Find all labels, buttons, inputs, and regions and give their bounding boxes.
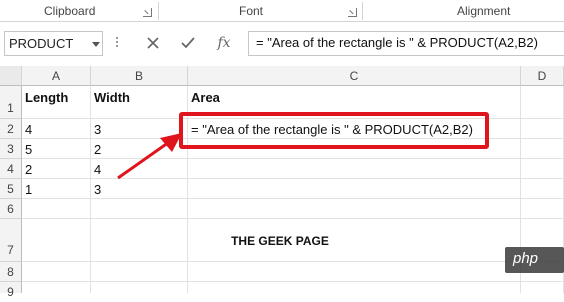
clipboard-launcher-icon[interactable]	[143, 8, 152, 17]
cell-a8[interactable]	[22, 262, 91, 282]
cell-d4[interactable]	[521, 159, 564, 179]
column-header-a[interactable]: A	[22, 66, 91, 86]
cell-b3-text: 2	[94, 142, 102, 157]
cell-b8[interactable]	[91, 262, 188, 282]
cell-d5[interactable]	[521, 179, 564, 199]
cell-c8[interactable]	[188, 262, 521, 282]
row-header-4[interactable]: 4	[0, 159, 22, 179]
ribbon-group-clipboard: Clipboard	[44, 4, 96, 18]
row-header-2[interactable]: 2	[0, 119, 22, 139]
formula-text: = "Area of the rectangle is " & PRODUCT(…	[256, 35, 538, 50]
row-header-3[interactable]: 3	[0, 139, 22, 159]
cell-d6[interactable]	[521, 199, 564, 219]
cell-a2[interactable]	[22, 119, 91, 139]
cell-c1-text: Area	[191, 90, 220, 105]
ribbon-group-font: Font	[239, 4, 264, 18]
column-header-b[interactable]: B	[91, 66, 188, 86]
cell-a4[interactable]	[22, 159, 91, 179]
check-icon	[181, 37, 195, 49]
cell-c7-text: THE GEEK PAGE	[231, 234, 329, 248]
close-icon	[147, 37, 159, 49]
chevron-down-icon[interactable]	[92, 42, 100, 47]
cell-a4-text: 2	[25, 162, 33, 177]
cell-a7[interactable]	[22, 219, 91, 262]
cell-a3-text: 5	[25, 142, 33, 157]
enter-button[interactable]	[173, 31, 203, 56]
cell-c6[interactable]	[188, 199, 521, 219]
column-header-c[interactable]: C	[188, 66, 521, 86]
cell-a3[interactable]	[22, 139, 91, 159]
cell-b2-text: 3	[94, 122, 102, 137]
row-header-6[interactable]: 6	[0, 199, 22, 219]
select-all-corner[interactable]	[0, 66, 22, 86]
cell-b7[interactable]	[91, 219, 188, 262]
cell-a5-text: 1	[25, 182, 33, 197]
ribbon-separator	[362, 2, 363, 20]
cell-c4[interactable]	[188, 159, 521, 179]
cell-a1-text: Length	[25, 90, 69, 105]
cell-a5[interactable]	[22, 179, 91, 199]
cell-c5[interactable]	[188, 179, 521, 199]
cell-b9[interactable]	[91, 282, 188, 293]
row-header-5[interactable]: 5	[0, 179, 22, 199]
arrow-icon	[117, 133, 182, 180]
cell-d2[interactable]	[521, 119, 564, 139]
font-launcher-icon[interactable]	[348, 8, 357, 17]
cell-b6[interactable]	[91, 199, 188, 219]
cell-d1[interactable]	[521, 86, 564, 119]
cell-b5-text: 3	[94, 182, 102, 197]
cancel-button[interactable]	[138, 31, 168, 56]
highlight-box	[179, 112, 489, 149]
cell-d3[interactable]	[521, 139, 564, 159]
cell-b4-text: 4	[94, 162, 102, 177]
row-header-7[interactable]: 7	[0, 219, 22, 262]
watermark-logo: php	[513, 250, 539, 267]
cell-d9[interactable]	[521, 282, 564, 293]
cell-c9[interactable]	[188, 282, 521, 293]
drag-handle-icon[interactable]	[116, 37, 119, 51]
row-header-8[interactable]: 8	[0, 262, 22, 282]
cell-a2-text: 4	[25, 122, 33, 137]
row-header-9[interactable]: 9	[0, 282, 22, 299]
cell-a9[interactable]	[22, 282, 91, 293]
name-box-value: PRODUCT	[9, 36, 74, 51]
insert-function-button[interactable]: fx	[209, 31, 239, 56]
column-header-d[interactable]: D	[521, 66, 564, 86]
cell-a6[interactable]	[22, 199, 91, 219]
ribbon-group-alignment: Alignment	[457, 4, 511, 18]
ribbon-separator	[158, 2, 159, 20]
cell-b1-text: Width	[94, 90, 130, 105]
row-header-1[interactable]: 1	[0, 86, 22, 119]
